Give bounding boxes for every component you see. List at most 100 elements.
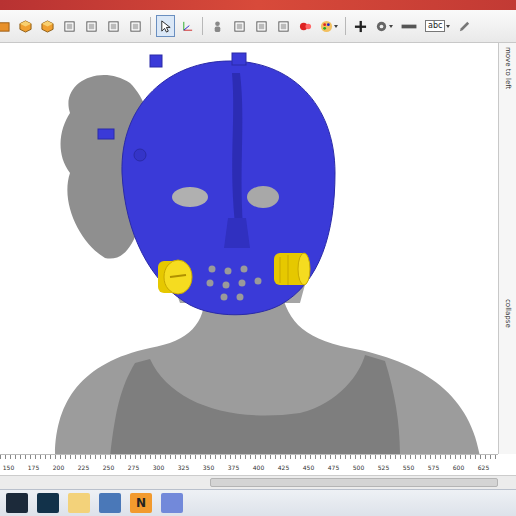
ruler-tick: 500 bbox=[346, 464, 371, 472]
mask-tab bbox=[150, 55, 162, 67]
cube-icon bbox=[41, 20, 54, 33]
pencil-icon bbox=[458, 20, 471, 33]
toolbar-button[interactable] bbox=[230, 15, 249, 37]
ruler-tick: 450 bbox=[296, 464, 321, 472]
toolbar-button[interactable] bbox=[296, 15, 315, 37]
discord-icon[interactable] bbox=[161, 493, 183, 513]
cursor-icon bbox=[159, 20, 172, 33]
scrollbar-thumb[interactable] bbox=[210, 478, 498, 487]
dropdown-icon bbox=[389, 25, 393, 28]
app-window: abc move to left collapse 15017520022525027… bbox=[0, 0, 516, 516]
box-icon bbox=[255, 20, 268, 33]
toolbar-button[interactable] bbox=[38, 15, 57, 37]
toolbar-button[interactable] bbox=[318, 15, 340, 37]
toolbar-separator bbox=[202, 17, 203, 35]
toolbar-button[interactable] bbox=[398, 15, 420, 37]
line-icon bbox=[400, 20, 418, 33]
ruler-tick: 325 bbox=[171, 464, 196, 472]
toolbar-button[interactable]: abc bbox=[423, 15, 452, 37]
scrollbar bbox=[0, 475, 516, 489]
breathing-hole bbox=[255, 278, 262, 285]
toolbar-separator bbox=[345, 17, 346, 35]
ruler-tick: 475 bbox=[321, 464, 346, 472]
breathing-hole bbox=[209, 266, 216, 273]
mask-tab bbox=[98, 129, 114, 139]
label-tool: abc bbox=[425, 20, 445, 32]
start-icon[interactable] bbox=[6, 493, 28, 513]
spheres-icon bbox=[299, 20, 312, 33]
breathing-hole bbox=[225, 268, 232, 275]
viewport bbox=[0, 43, 498, 454]
ruler-tick: 300 bbox=[146, 464, 171, 472]
taskbar: N bbox=[0, 489, 516, 516]
toolbar: abc bbox=[0, 10, 516, 43]
breathing-hole bbox=[241, 266, 248, 273]
figure-icon bbox=[211, 20, 224, 33]
toolbar-button[interactable] bbox=[208, 15, 227, 37]
box-icon bbox=[129, 20, 142, 33]
eye-hole bbox=[247, 186, 279, 208]
ruler-tick: 275 bbox=[121, 464, 146, 472]
ruler-tick: 600 bbox=[446, 464, 471, 472]
workspace: move to left collapse bbox=[0, 43, 516, 454]
ruler-tick: 625 bbox=[471, 464, 496, 472]
toolbar-button[interactable] bbox=[82, 15, 101, 37]
app-icon[interactable]: N bbox=[130, 493, 152, 513]
toolbar-button[interactable] bbox=[16, 15, 35, 37]
ruler-tick: 425 bbox=[271, 464, 296, 472]
dropdown-icon bbox=[334, 25, 338, 28]
toolbar-button[interactable] bbox=[252, 15, 271, 37]
toolbar-button[interactable] bbox=[0, 15, 13, 37]
palette-icon bbox=[320, 20, 333, 33]
mask-tab bbox=[232, 53, 246, 65]
side-panel: move to left collapse bbox=[498, 43, 516, 454]
mask-ridge bbox=[232, 73, 244, 238]
box-icon bbox=[107, 20, 120, 33]
ruler-tick: 200 bbox=[46, 464, 71, 472]
dropdown-icon bbox=[446, 25, 450, 28]
app-icon[interactable] bbox=[37, 493, 59, 513]
model-viewport[interactable] bbox=[0, 43, 498, 454]
window-icon[interactable] bbox=[99, 493, 121, 513]
ruler-ticks: 1501752002252502753003253503754004254504… bbox=[0, 464, 496, 472]
breathing-hole bbox=[223, 282, 230, 289]
toolbar-button[interactable] bbox=[274, 15, 293, 37]
box-icon bbox=[277, 20, 290, 33]
side-panel-tab[interactable]: move to left bbox=[503, 47, 512, 89]
cube-icon bbox=[19, 20, 32, 33]
ruler-tick: 550 bbox=[396, 464, 421, 472]
toolbar-button[interactable] bbox=[351, 15, 370, 37]
breathing-hole bbox=[207, 280, 214, 287]
ruler-tick: 350 bbox=[196, 464, 221, 472]
breathing-hole bbox=[237, 294, 244, 301]
mask-stud bbox=[134, 149, 146, 161]
toolbar-button[interactable] bbox=[373, 15, 395, 37]
ruler-tick: 225 bbox=[71, 464, 96, 472]
ruler-tick: 575 bbox=[421, 464, 446, 472]
ruler-tick: 400 bbox=[246, 464, 271, 472]
mask bbox=[122, 61, 335, 315]
filter-left bbox=[158, 260, 192, 294]
mask-nose bbox=[224, 218, 250, 248]
ruler-tick: 175 bbox=[21, 464, 46, 472]
tank-top bbox=[110, 355, 400, 454]
toolbar-button[interactable] bbox=[60, 15, 79, 37]
side-panel-tab[interactable]: collapse bbox=[503, 299, 512, 328]
gear-icon bbox=[375, 20, 388, 33]
toolbar-separator bbox=[150, 17, 151, 35]
breathing-hole bbox=[239, 280, 246, 287]
eye-hole bbox=[172, 187, 208, 207]
ruler: 1501752002252502753003253503754004254504… bbox=[0, 454, 498, 475]
toolbar-button[interactable] bbox=[126, 15, 145, 37]
breathing-hole bbox=[221, 294, 228, 301]
toolbar-button[interactable] bbox=[156, 15, 175, 37]
toolbar-button[interactable] bbox=[104, 15, 123, 37]
box-icon bbox=[233, 20, 246, 33]
plus-icon bbox=[354, 20, 367, 33]
toolbar-button[interactable] bbox=[455, 15, 474, 37]
toolbar-button[interactable] bbox=[178, 15, 197, 37]
ruler-tick: 375 bbox=[221, 464, 246, 472]
filter-right bbox=[274, 253, 310, 285]
folder-icon[interactable] bbox=[68, 493, 90, 513]
box-icon bbox=[63, 20, 76, 33]
